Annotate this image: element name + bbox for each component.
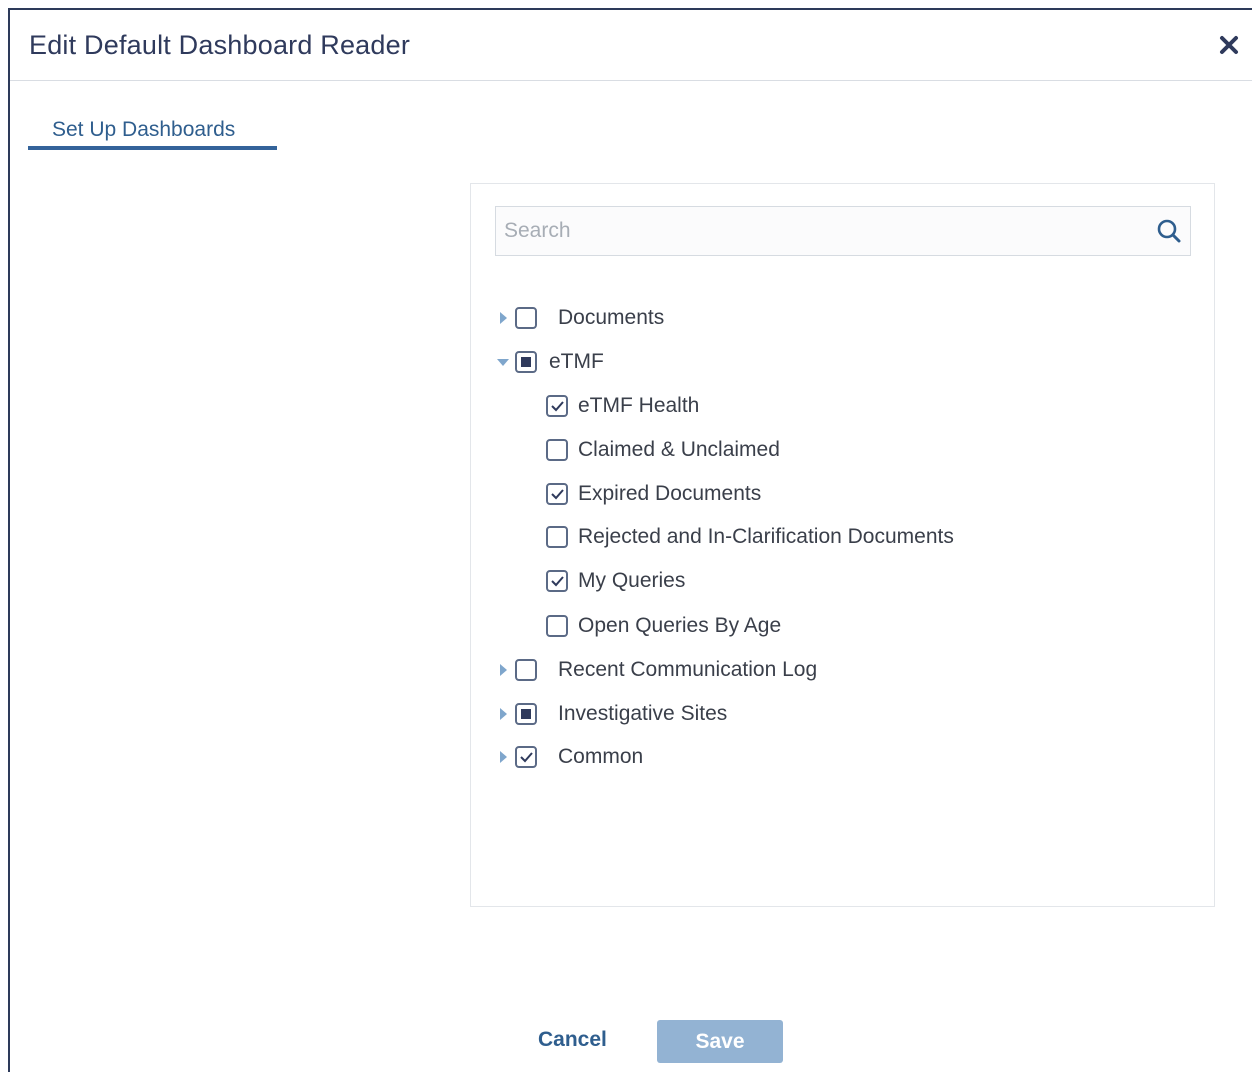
checkbox-common[interactable] <box>515 746 537 768</box>
tree-item-claimed-unclaimed: Claimed & Unclaimed <box>546 430 780 470</box>
tree-item-common: Common <box>491 737 643 777</box>
tab-bar: Set Up Dashboards <box>28 110 277 150</box>
checkbox-recent-communication-log[interactable] <box>515 659 537 681</box>
close-icon[interactable] <box>1218 34 1240 56</box>
tree-item-documents: Documents <box>491 298 664 338</box>
tree-item-label: Recent Communication Log <box>558 658 818 681</box>
tree-item-label: Common <box>558 745 644 768</box>
tree-item-etmf-health: eTMF Health <box>546 386 699 426</box>
checkbox-claimed-unclaimed[interactable] <box>546 439 568 461</box>
search-input[interactable] <box>496 207 1152 255</box>
checkbox-my-queries[interactable] <box>546 570 568 592</box>
expand-caret-icon[interactable] <box>491 745 515 769</box>
dialog-header: Edit Default Dashboard Reader <box>10 10 1252 81</box>
checkbox-investigative-sites[interactable] <box>515 703 537 725</box>
dashboard-tree-panel: Documents eTMF eTMF Health Claimed & Unc… <box>470 183 1215 907</box>
search-icon[interactable] <box>1156 218 1182 244</box>
expand-caret-icon[interactable] <box>491 658 515 682</box>
tree-item-label: Rejected and In-Clarification Documents <box>578 525 954 548</box>
tree-item-label: Expired Documents <box>578 482 762 505</box>
tree-item-label: My Queries <box>578 569 686 592</box>
tree-item-expired-documents: Expired Documents <box>546 474 761 514</box>
tree-item-label: eTMF Health <box>578 394 700 417</box>
tree-item-label: Documents <box>558 306 665 329</box>
collapse-caret-icon[interactable] <box>491 350 515 374</box>
checkbox-etmf-health[interactable] <box>546 395 568 417</box>
edit-dashboard-dialog: Edit Default Dashboard Reader Set Up Das… <box>8 8 1252 1072</box>
tab-set-up-dashboards[interactable]: Set Up Dashboards <box>28 110 277 150</box>
tree-item-label: Claimed & Unclaimed <box>578 438 780 461</box>
tree-item-label: Open Queries By Age <box>578 614 782 637</box>
tree-item-etmf: eTMF <box>491 342 604 382</box>
tab-label: Set Up Dashboards <box>52 118 236 141</box>
tree-item-investigative-sites: Investigative Sites <box>491 694 727 734</box>
search-box <box>495 206 1191 256</box>
checkbox-documents[interactable] <box>515 307 537 329</box>
tree-item-my-queries: My Queries <box>546 561 685 601</box>
expand-caret-icon[interactable] <box>491 306 515 330</box>
expand-caret-icon[interactable] <box>491 702 515 726</box>
tree-item-label: eTMF <box>549 350 604 373</box>
checkbox-rejected-clarification[interactable] <box>546 526 568 548</box>
checkbox-etmf[interactable] <box>515 351 537 373</box>
tree-item-rejected-clarification: Rejected and In-Clarification Documents <box>546 517 954 557</box>
dialog-footer: Cancel Save <box>10 1010 1252 1074</box>
tree-item-recent-communication-log: Recent Communication Log <box>491 650 817 690</box>
save-button[interactable]: Save <box>657 1020 783 1063</box>
checkbox-expired-documents[interactable] <box>546 483 568 505</box>
tree-item-open-queries-by-age: Open Queries By Age <box>546 606 781 646</box>
cancel-button[interactable]: Cancel <box>530 1024 615 1056</box>
dialog-title: Edit Default Dashboard Reader <box>29 30 411 60</box>
tree-item-label: Investigative Sites <box>558 702 728 725</box>
checkbox-open-queries-by-age[interactable] <box>546 615 568 637</box>
